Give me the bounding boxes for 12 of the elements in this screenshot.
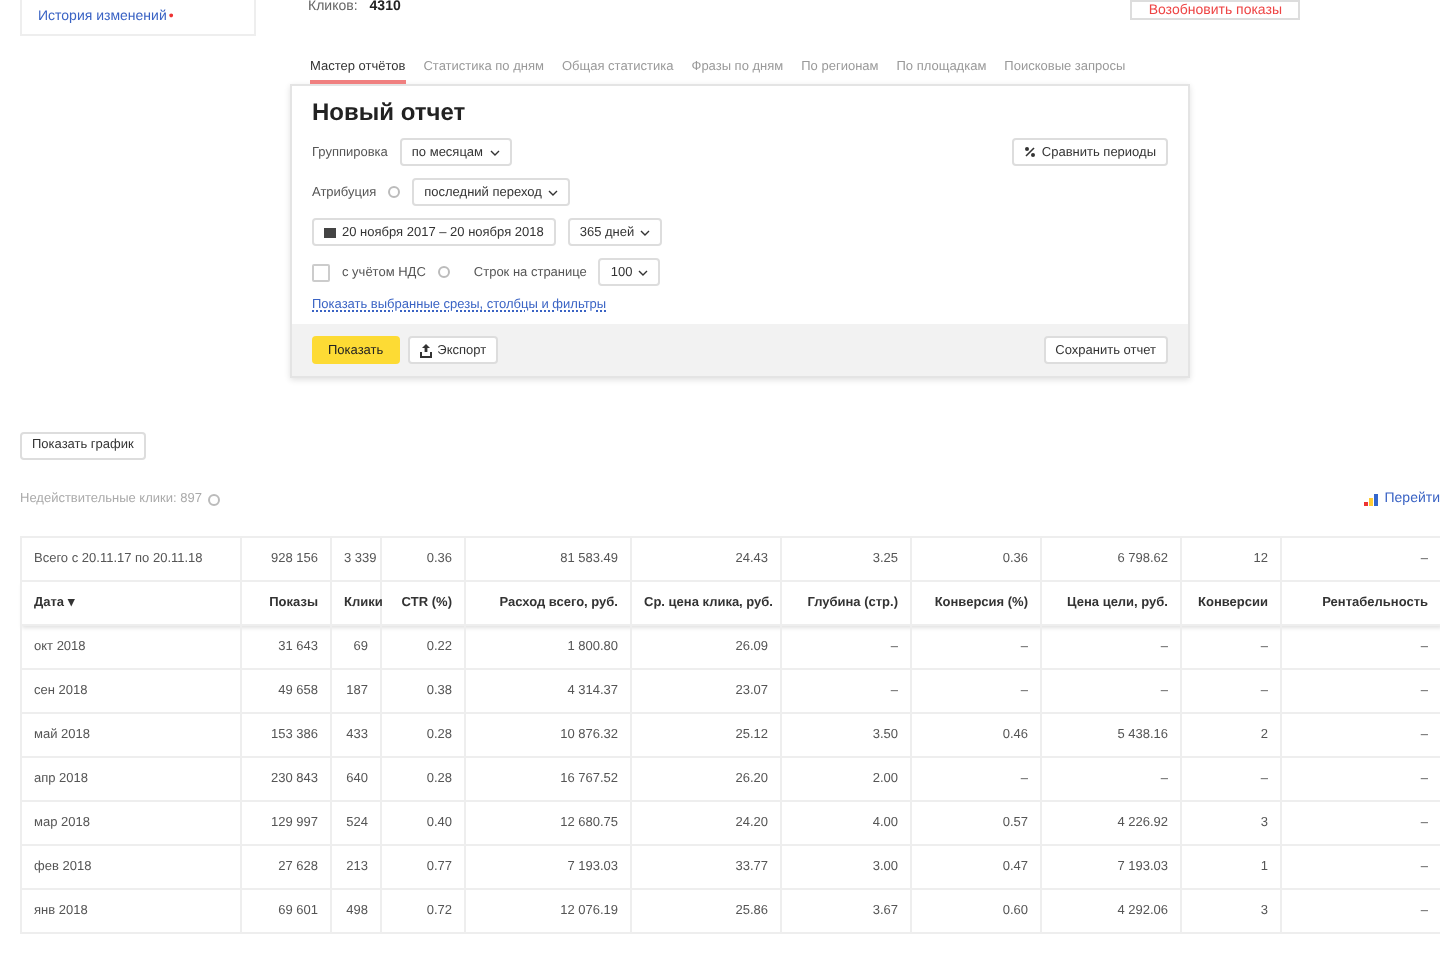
- report-title: Новый отчет: [312, 98, 468, 126]
- help-icon: [207, 493, 220, 505]
- chevron-icon: [547, 189, 558, 195]
- chevron-icon: [638, 269, 649, 275]
- export-icon: [419, 343, 432, 357]
- percent-icon: [1023, 146, 1036, 158]
- help-icon: [388, 186, 401, 198]
- help-icon: [437, 266, 450, 278]
- chevron-icon: [640, 229, 651, 235]
- vat-checkbox[interactable]: [312, 263, 330, 281]
- bar-chart-icon: [1364, 493, 1379, 505]
- chevron-icon: [489, 149, 500, 155]
